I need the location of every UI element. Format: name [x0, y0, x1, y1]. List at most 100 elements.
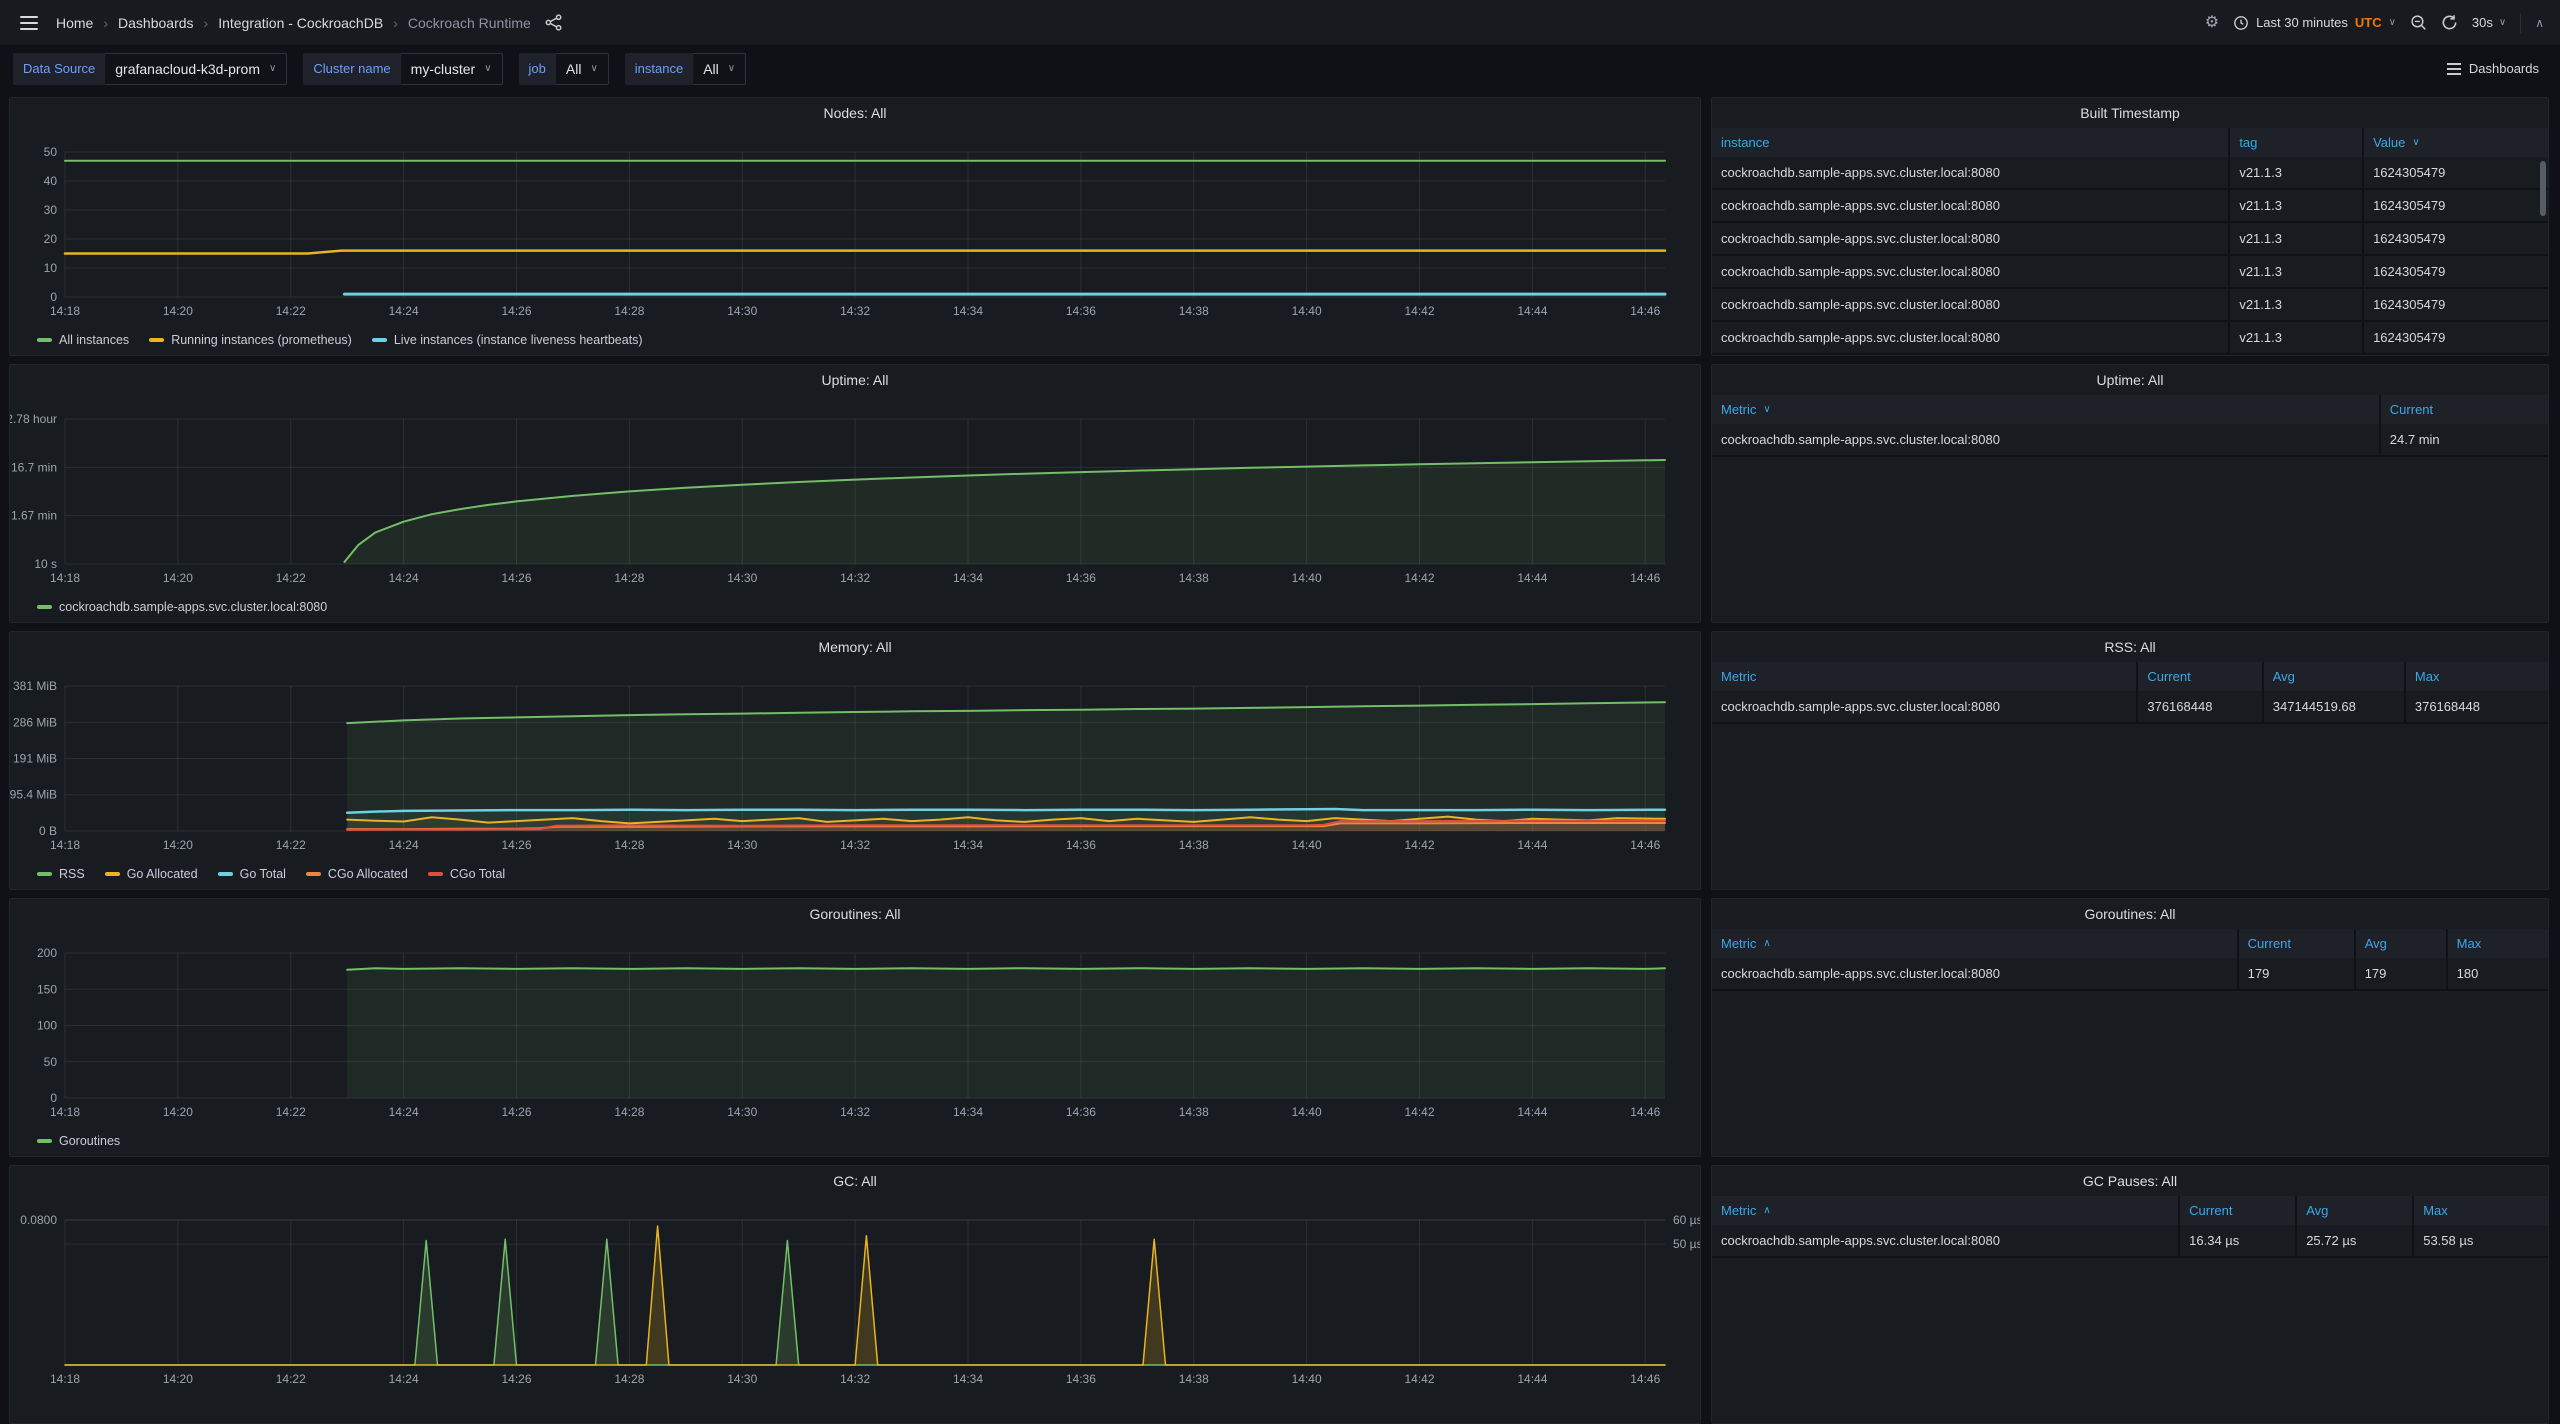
kiosk-toggle-icon[interactable]: ∧	[2535, 16, 2544, 30]
svg-text:0: 0	[50, 1091, 57, 1105]
dashboards-button[interactable]: Dashboards	[2439, 55, 2547, 82]
table-cell: 347144519.68	[2264, 691, 2406, 724]
table-column-header[interactable]: Current	[2138, 662, 2263, 691]
table-column-header[interactable]: tag	[2230, 128, 2364, 157]
breadcrumb-item[interactable]: Home	[56, 15, 93, 31]
chevron-down-icon: ∨	[484, 63, 491, 74]
svg-text:14:28: 14:28	[614, 838, 644, 852]
instance-select[interactable]: All ∨	[693, 53, 746, 85]
chart-gc[interactable]: 14:1814:2014:2214:2414:2614:2814:3014:32…	[10, 1166, 1700, 1423]
table-cell: cockroachdb.sample-apps.svc.cluster.loca…	[1712, 1225, 2180, 1258]
refresh-icon[interactable]	[2441, 14, 2458, 31]
svg-text:14:28: 14:28	[614, 1372, 644, 1386]
svg-text:14:36: 14:36	[1066, 304, 1096, 318]
legend-item[interactable]: CGo Allocated	[306, 867, 408, 881]
column-header-label: Current	[2147, 669, 2190, 684]
table-column-header[interactable]: Avg	[2356, 929, 2448, 958]
svg-text:14:18: 14:18	[50, 1105, 80, 1119]
legend-label: cockroachdb.sample-apps.svc.cluster.loca…	[59, 600, 327, 614]
table-column-header[interactable]: Avg	[2297, 1196, 2414, 1225]
svg-text:14:40: 14:40	[1292, 838, 1322, 852]
svg-text:14:38: 14:38	[1179, 838, 1209, 852]
cluster-label: Cluster name	[303, 53, 400, 85]
chart-goroutines[interactable]: 14:1814:2014:2214:2414:2614:2814:3014:32…	[10, 899, 1700, 1156]
svg-text:14:42: 14:42	[1404, 838, 1434, 852]
table-scrollbar[interactable]	[2540, 161, 2546, 216]
zoom-out-icon[interactable]	[2410, 14, 2427, 31]
refresh-interval-label: 30s	[2472, 15, 2493, 30]
svg-text:14:20: 14:20	[163, 1372, 193, 1386]
table-column-header[interactable]: Metric	[1712, 662, 2138, 691]
svg-text:14:22: 14:22	[276, 838, 306, 852]
list-icon	[2447, 63, 2461, 75]
table-cell: 16.34 µs	[2180, 1225, 2297, 1258]
svg-text:14:20: 14:20	[163, 1105, 193, 1119]
table-column-header[interactable]: Current	[2239, 929, 2356, 958]
table-cell: cockroachdb.sample-apps.svc.cluster.loca…	[1712, 289, 2230, 322]
job-select[interactable]: All ∨	[556, 53, 609, 85]
chart-nodes[interactable]: 14:1814:2014:2214:2414:2614:2814:3014:32…	[10, 98, 1700, 355]
chevron-down-icon: ∨	[590, 63, 597, 74]
svg-text:10: 10	[44, 261, 58, 275]
legend-item[interactable]: Go Allocated	[105, 867, 198, 881]
svg-text:2.78 hour: 2.78 hour	[10, 412, 57, 426]
svg-text:20: 20	[44, 232, 58, 246]
panel-title[interactable]: GC Pauses: All	[1712, 1173, 2548, 1189]
sort-desc-icon: ∨	[2412, 137, 2419, 148]
table-column-header[interactable]: Metric∧	[1712, 1196, 2180, 1225]
dashboard-settings-icon[interactable]: ⚙	[2205, 15, 2219, 31]
legend-item[interactable]: CGo Total	[428, 867, 505, 881]
legend-item[interactable]: Live instances (instance liveness heartb…	[372, 333, 643, 347]
table-column-header[interactable]: Max	[2448, 929, 2548, 958]
table-column-header[interactable]: Metric∧	[1712, 929, 2239, 958]
svg-text:14:18: 14:18	[50, 838, 80, 852]
table-column-header[interactable]: Avg	[2264, 662, 2406, 691]
legend-item[interactable]: All instances	[37, 333, 129, 347]
table-cell: cockroachdb.sample-apps.svc.cluster.loca…	[1712, 424, 2381, 457]
panel-title[interactable]: Goroutines: All	[1712, 906, 2548, 922]
panel-title[interactable]: Built Timestamp	[1712, 105, 2548, 121]
svg-text:14:42: 14:42	[1404, 1372, 1434, 1386]
legend-item[interactable]: cockroachdb.sample-apps.svc.cluster.loca…	[37, 600, 327, 614]
panel-nodes: Nodes: All14:1814:2014:2214:2414:2614:28…	[9, 97, 1701, 356]
chart-memory[interactable]: 14:1814:2014:2214:2414:2614:2814:3014:32…	[10, 632, 1700, 889]
cluster-select[interactable]: my-cluster ∨	[401, 53, 503, 85]
share-icon[interactable]	[545, 14, 562, 31]
sort-asc-icon: ∧	[1763, 1205, 1770, 1216]
column-header-label: Max	[2423, 1203, 2448, 1218]
table-column-header[interactable]: Max	[2406, 662, 2548, 691]
time-range-picker[interactable]: Last 30 minutes UTC ∨	[2233, 15, 2396, 31]
table-column-header[interactable]: Metric∨	[1712, 395, 2381, 424]
legend-swatch-icon	[428, 872, 443, 876]
svg-text:14:28: 14:28	[614, 1105, 644, 1119]
table-row: cockroachdb.sample-apps.svc.cluster.loca…	[1712, 322, 2548, 355]
refresh-interval-picker[interactable]: 30s ∨	[2472, 15, 2506, 30]
table-column-header[interactable]: Current	[2180, 1196, 2297, 1225]
panel-rss-table: RSS: AllMetricCurrentAvgMaxcockroachdb.s…	[1711, 631, 2549, 890]
chevron-down-icon: ∨	[2389, 17, 2396, 28]
panel-title[interactable]: RSS: All	[1712, 639, 2548, 655]
legend-item[interactable]: Go Total	[218, 867, 286, 881]
datasource-select[interactable]: grafanacloud-k3d-prom ∨	[105, 53, 287, 85]
svg-text:14:40: 14:40	[1292, 304, 1322, 318]
table-column-header[interactable]: Max	[2414, 1196, 2548, 1225]
menu-icon[interactable]	[16, 12, 42, 34]
table-row: cockroachdb.sample-apps.svc.cluster.loca…	[1712, 1225, 2548, 1258]
panel-title[interactable]: Uptime: All	[1712, 372, 2548, 388]
chart-uptime[interactable]: 14:1814:2014:2214:2414:2614:2814:3014:32…	[10, 365, 1700, 622]
breadcrumb-item[interactable]: Integration - CockroachDB	[218, 15, 383, 31]
table-column-header[interactable]: Current	[2381, 395, 2548, 424]
breadcrumb-item[interactable]: Dashboards	[118, 15, 194, 31]
svg-text:14:20: 14:20	[163, 304, 193, 318]
table-rss-table: MetricCurrentAvgMaxcockroachdb.sample-ap…	[1712, 662, 2548, 889]
sort-asc-icon: ∧	[1763, 938, 1770, 949]
legend-item[interactable]: Goroutines	[37, 1134, 120, 1148]
table-cell: v21.1.3	[2230, 322, 2364, 355]
clock-icon	[2233, 15, 2249, 31]
svg-text:0.0800: 0.0800	[20, 1213, 57, 1227]
svg-text:10 s: 10 s	[34, 557, 57, 571]
table-column-header[interactable]: instance	[1712, 128, 2230, 157]
table-column-header[interactable]: Value∨	[2364, 128, 2548, 157]
legend-item[interactable]: Running instances (prometheus)	[149, 333, 352, 347]
legend-item[interactable]: RSS	[37, 867, 85, 881]
